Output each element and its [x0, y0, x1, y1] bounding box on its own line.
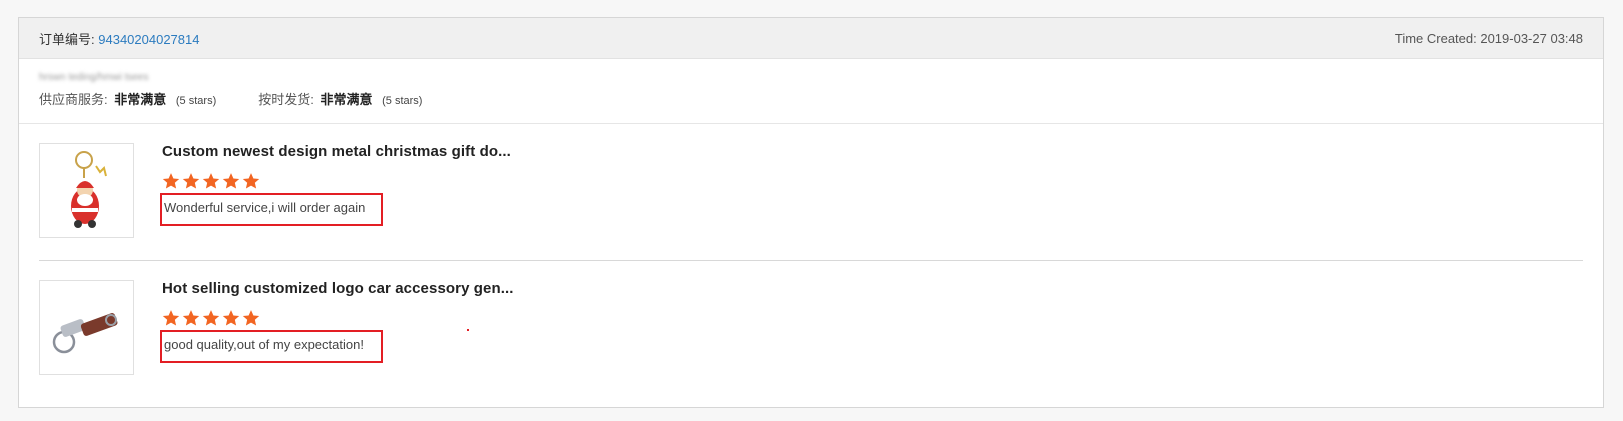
supplier-ratings: 供应商服务: 非常满意 (5 stars) 按时发货: 非常满意 (5 star…: [39, 89, 1583, 108]
delivery-stars-text: (5 stars): [382, 95, 423, 107]
review-text: Wonderful service,i will order again: [164, 200, 366, 215]
time-created: Time Created: 2019-03-27 03:48: [1394, 30, 1583, 46]
santa-keychain-image[interactable]: [39, 143, 134, 238]
star-icon: [242, 310, 260, 326]
star-icon: [162, 173, 180, 189]
star-rating: [162, 172, 262, 190]
service-value: 非常满意: [114, 92, 167, 107]
order-number-link[interactable]: 94340204027814: [98, 32, 199, 47]
star-rating: [162, 309, 262, 327]
star-icon: [242, 173, 260, 189]
star-icon: [182, 173, 200, 189]
star-icon: [222, 310, 240, 326]
supplier-name-blurred: hrswn teding/hmwi tsees: [39, 72, 149, 83]
star-icon: [202, 310, 220, 326]
order-id: 订单编号: 94340204027814: [39, 29, 199, 48]
leather-keychain-image[interactable]: [39, 280, 134, 375]
service-stars-text: (5 stars): [175, 95, 217, 107]
delivery-value: 非常满意: [320, 92, 373, 107]
product-review-item: Hot selling customized logo car accessor…: [39, 261, 1583, 397]
supplier-service-rating: 供应商服务: 非常满意 (5 stars): [39, 89, 216, 108]
product-title[interactable]: Custom newest design metal christmas gif…: [162, 143, 511, 160]
product-title[interactable]: Hot selling customized logo car accessor…: [162, 280, 514, 297]
star-icon: [162, 310, 180, 326]
star-icon: [222, 173, 240, 189]
review-highlight-box: good quality,out of my expectation!: [160, 330, 383, 363]
product-review-item: Custom newest design metal christmas gif…: [39, 124, 1583, 261]
red-dot-marker: [467, 329, 469, 331]
star-icon: [202, 173, 220, 189]
review-highlight-box: Wonderful service,i will order again: [160, 193, 383, 226]
review-text: good quality,out of my expectation!: [164, 337, 364, 352]
delivery-label: 按时发货:: [258, 92, 314, 107]
service-label: 供应商服务:: [39, 92, 108, 107]
order-number-label: 订单编号:: [39, 31, 95, 47]
delivery-rating: 按时发货: 非常满意 (5 stars): [258, 89, 422, 108]
star-icon: [182, 310, 200, 326]
order-review-card: 订单编号: 94340204027814 Time Created: 2019-…: [18, 17, 1604, 408]
order-header: 订单编号: 94340204027814 Time Created: 2019-…: [19, 18, 1603, 59]
supplier-section: hrswn teding/hmwi tsees 供应商服务: 非常满意 (5 s…: [19, 59, 1603, 124]
